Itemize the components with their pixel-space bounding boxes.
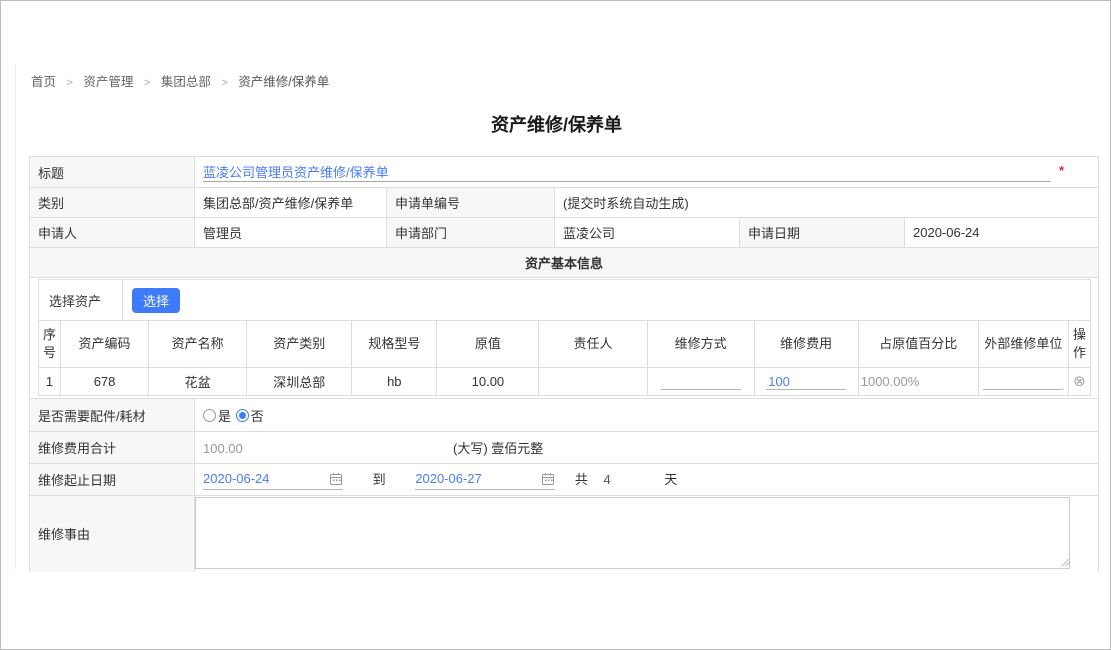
- total-cost-label: 维修费用合计: [30, 432, 195, 464]
- external-unit-input[interactable]: [983, 373, 1063, 390]
- days-value: 4: [604, 472, 611, 487]
- applicant-value: 管理员: [195, 218, 387, 248]
- form-table: 标题 蓝凌公司管理员资产维修/保养单 * 类别 集团总部/资产维修/保养单 申请单…: [29, 156, 1099, 572]
- calendar-icon[interactable]: [329, 472, 343, 486]
- need-parts-row: 是否需要配件/耗材 是 否: [30, 399, 1099, 432]
- total-cost-value: 100.00: [203, 441, 453, 456]
- title-value-cell: 蓝凌公司管理员资产维修/保养单 *: [195, 157, 1099, 188]
- select-asset-button[interactable]: 选择: [132, 288, 180, 313]
- panel-divider: [15, 65, 16, 569]
- end-date-value: 2020-06-27: [415, 471, 482, 486]
- cell-actions: ⊗: [1068, 368, 1090, 396]
- col-owner: 责任人: [539, 321, 647, 368]
- page-title: 资产维修/保养单: [1, 111, 1111, 137]
- breadcrumb-separator: >: [67, 77, 73, 89]
- need-parts-label: 是否需要配件/耗材: [30, 399, 195, 432]
- start-date-input[interactable]: 2020-06-24: [203, 471, 343, 490]
- breadcrumb-separator: >: [221, 77, 227, 89]
- radio-no-label: 否: [251, 406, 264, 425]
- days-prefix: 共: [575, 472, 588, 487]
- radio-yes-circle-icon: [203, 409, 216, 422]
- date-range-label: 维修起止日期: [30, 464, 195, 496]
- reason-row: 维修事由: [30, 496, 1099, 572]
- select-asset-label: 选择资产: [39, 280, 123, 320]
- title-input[interactable]: 蓝凌公司管理员资产维修/保养单: [203, 163, 1051, 182]
- breadcrumb-item-asset-management[interactable]: 资产管理: [83, 75, 133, 89]
- department-label: 申请部门: [387, 218, 555, 248]
- select-asset-row: 选择资产 选择: [38, 279, 1091, 320]
- asset-table-header: 序号 资产编码 资产名称 资产类别 规格型号 原值 责任人 维修方式 维修费用 …: [39, 321, 1091, 368]
- category-value: 集团总部/资产维修/保养单: [195, 188, 387, 218]
- end-date-input[interactable]: 2020-06-27: [415, 471, 555, 490]
- section-header-asset-info: 资产基本信息: [30, 248, 1099, 278]
- breadcrumb-item-home[interactable]: 首页: [31, 75, 56, 89]
- reason-cell: [195, 496, 1099, 572]
- cell-asset-category: 深圳总部: [247, 368, 352, 396]
- reason-label: 维修事由: [30, 496, 195, 572]
- cell-asset-name: 花盆: [149, 368, 247, 396]
- asset-table: 序号 资产编码 资产名称 资产类别 规格型号 原值 责任人 维修方式 维修费用 …: [38, 320, 1091, 396]
- date-range-cell: 2020-06-24 到 2020-06-27: [195, 464, 1099, 496]
- total-cost-capitalized: (大写) 壹佰元整: [453, 441, 543, 456]
- section-header-row: 资产基本信息: [30, 248, 1099, 278]
- applicant-label: 申请人: [30, 218, 195, 248]
- category-label: 类别: [30, 188, 195, 218]
- cell-asset-code: 678: [61, 368, 149, 396]
- radio-no-circle-icon: [236, 409, 249, 422]
- calendar-icon[interactable]: [541, 472, 555, 486]
- asset-block-cell: 选择资产 选择: [30, 278, 1099, 399]
- cell-percent-of-value: 1000.00%: [858, 368, 978, 396]
- cell-repair-method: [647, 368, 754, 396]
- remove-row-icon[interactable]: ⊗: [1073, 373, 1086, 390]
- breadcrumb-item-group-hq[interactable]: 集团总部: [161, 75, 211, 89]
- cell-repair-cost: 100: [754, 368, 858, 396]
- apply-date-label: 申请日期: [740, 218, 905, 248]
- cell-model: hb: [352, 368, 437, 396]
- col-external-unit: 外部维修单位: [978, 321, 1068, 368]
- cell-owner: [539, 368, 647, 396]
- col-original-value: 原值: [437, 321, 539, 368]
- col-asset-name: 资产名称: [149, 321, 247, 368]
- repair-reason-textarea[interactable]: [195, 497, 1070, 569]
- asset-repair-form-page: 首页 > 资产管理 > 集团总部 > 资产维修/保养单 资产维修/保养单 标题 …: [0, 0, 1111, 650]
- radio-yes-label: 是: [218, 406, 231, 425]
- radio-yes[interactable]: 是: [203, 406, 231, 425]
- asset-table-row: 1 678 花盆 深圳总部 hb 10.00: [39, 368, 1091, 396]
- date-to-text: 到: [373, 472, 386, 487]
- apply-date-value: 2020-06-24: [905, 218, 1099, 248]
- breadcrumb: 首页 > 资产管理 > 集团总部 > 资产维修/保养单: [31, 71, 329, 90]
- request-no-label: 申请单编号: [387, 188, 555, 218]
- department-value: 蓝凌公司: [555, 218, 740, 248]
- cell-external-unit: [978, 368, 1068, 396]
- total-cost-row: 维修费用合计 100.00(大写) 壹佰元整: [30, 432, 1099, 464]
- applicant-row: 申请人 管理员 申请部门 蓝凌公司 申请日期 2020-06-24: [30, 218, 1099, 248]
- col-asset-category: 资产类别: [247, 321, 352, 368]
- col-repair-cost: 维修费用: [754, 321, 858, 368]
- col-actions: 操作: [1068, 321, 1090, 368]
- date-range-row: 维修起止日期 2020-06-24: [30, 464, 1099, 496]
- asset-block-row: 选择资产 选择: [30, 278, 1099, 399]
- required-asterisk: *: [1059, 163, 1064, 178]
- col-model: 规格型号: [352, 321, 437, 368]
- col-percent-of-value: 占原值百分比: [858, 321, 978, 368]
- title-row: 标题 蓝凌公司管理员资产维修/保养单 *: [30, 157, 1099, 188]
- radio-no[interactable]: 否: [236, 406, 264, 425]
- title-label: 标题: [30, 157, 195, 188]
- breadcrumb-item-current: 资产维修/保养单: [238, 75, 329, 89]
- repair-method-input[interactable]: [661, 373, 741, 390]
- breadcrumb-separator: >: [144, 77, 150, 89]
- col-repair-method: 维修方式: [647, 321, 754, 368]
- start-date-value: 2020-06-24: [203, 471, 270, 486]
- col-asset-code: 资产编码: [61, 321, 149, 368]
- request-no-value: (提交时系统自动生成): [555, 188, 1099, 218]
- days-suffix: 天: [664, 472, 677, 487]
- cell-seq: 1: [39, 368, 61, 396]
- total-cost-cell: 100.00(大写) 壹佰元整: [195, 432, 1099, 464]
- category-row: 类别 集团总部/资产维修/保养单 申请单编号 (提交时系统自动生成): [30, 188, 1099, 218]
- need-parts-options: 是 否: [195, 399, 1099, 432]
- col-seq: 序号: [39, 321, 61, 368]
- repair-cost-input[interactable]: 100: [766, 373, 846, 390]
- cell-original-value: 10.00: [437, 368, 539, 396]
